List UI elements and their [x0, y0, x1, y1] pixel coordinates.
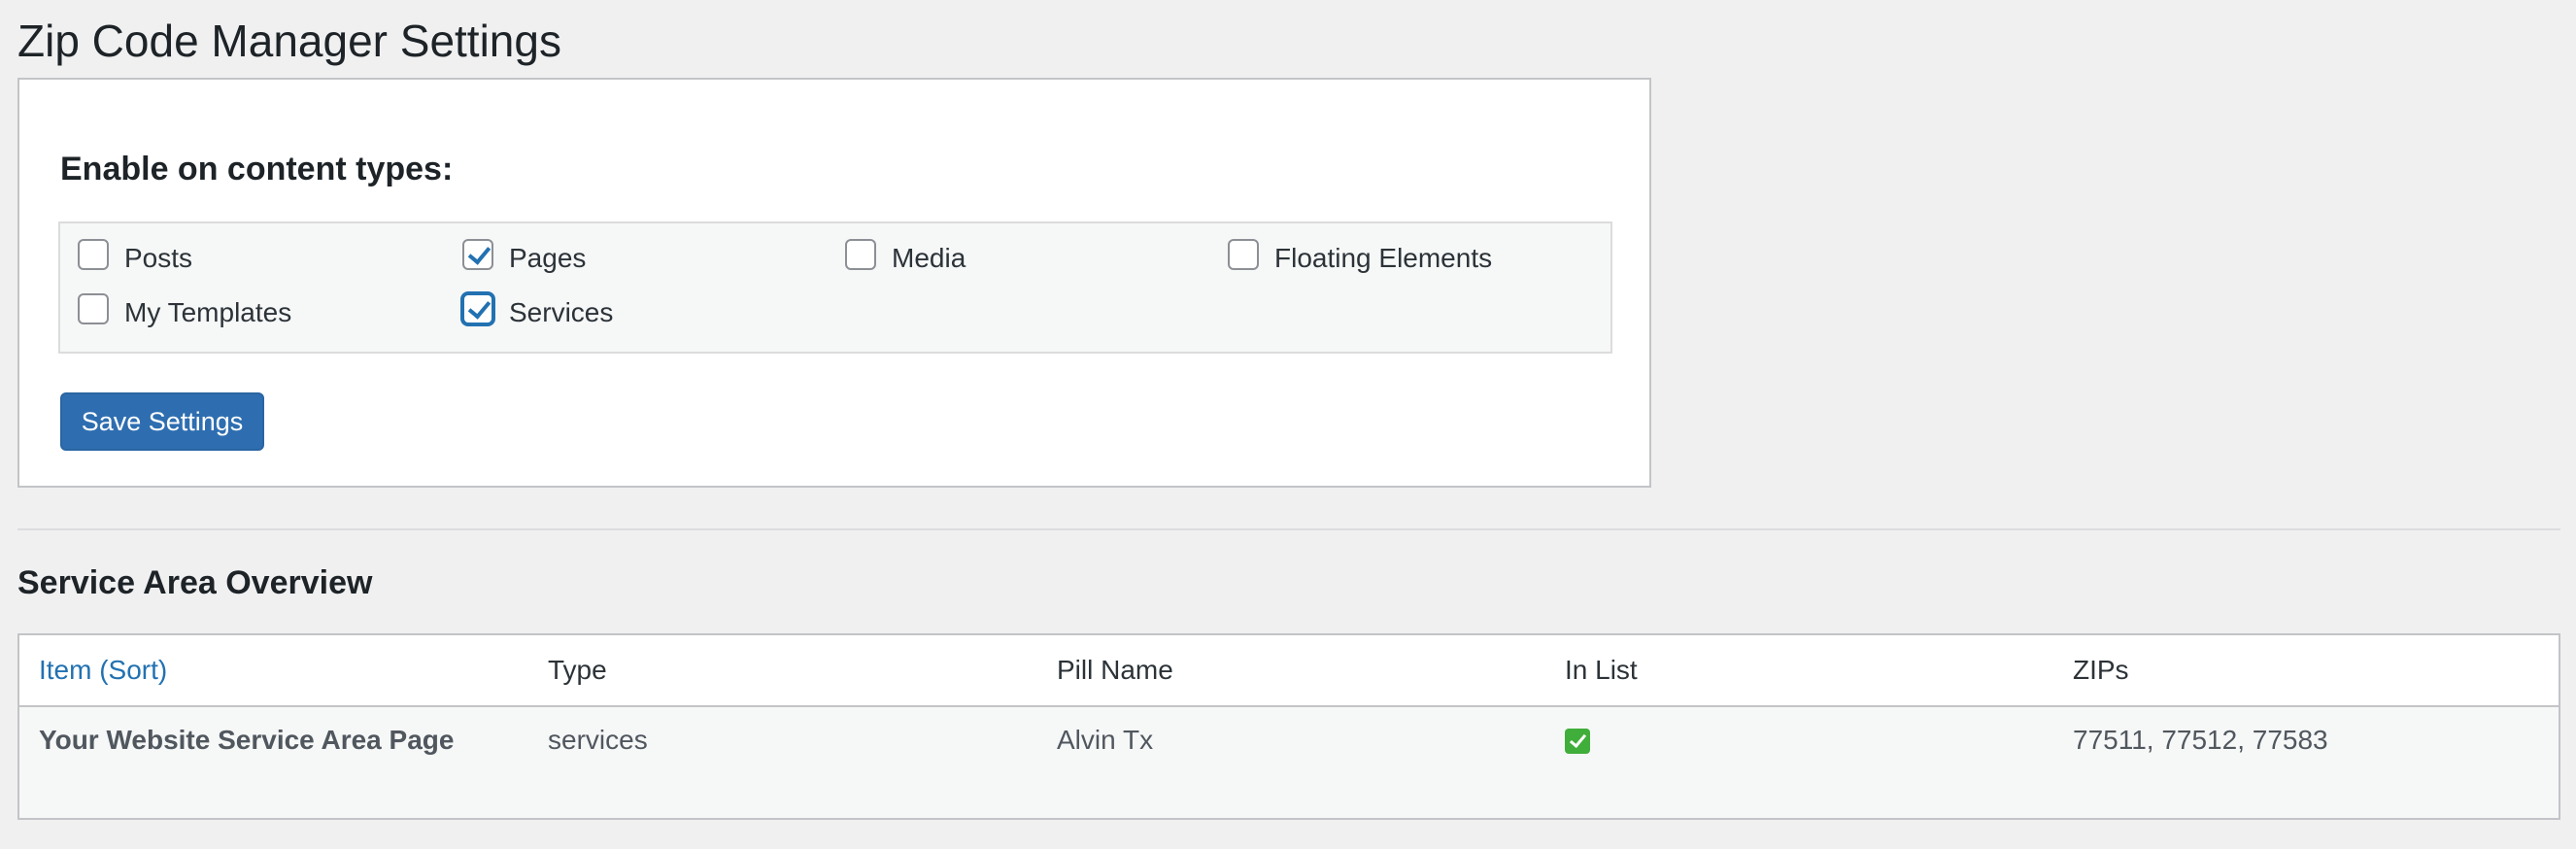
row-pill-name: Alvin Tx — [1057, 725, 1154, 755]
save-settings-button[interactable]: Save Settings — [60, 392, 264, 451]
row-type: services — [548, 725, 648, 755]
content-type-media[interactable]: Media — [845, 235, 966, 274]
media-label: Media — [892, 243, 966, 273]
pages-label: Pages — [509, 243, 587, 273]
settings-card: Enable on content types: Posts Pages Med… — [17, 78, 1651, 488]
column-header-in-list: In List — [1565, 655, 1638, 685]
floating-elements-label: Floating Elements — [1274, 243, 1493, 273]
in-list-check-icon — [1565, 729, 1590, 754]
checkmark-icon — [467, 241, 491, 265]
posts-label: Posts — [124, 243, 193, 273]
row-item-title: Your Website Service Area Page — [39, 725, 455, 755]
posts-checkbox[interactable] — [78, 239, 109, 270]
column-header-pill-name: Pill Name — [1057, 655, 1173, 685]
services-checkbox[interactable] — [462, 293, 493, 324]
pages-checkbox[interactable] — [462, 239, 493, 270]
content-type-floating-elements[interactable]: Floating Elements — [1228, 235, 1492, 274]
floating-elements-checkbox[interactable] — [1228, 239, 1259, 270]
service-area-table: Item (Sort) Type Pill Name In List ZIPs … — [17, 633, 2560, 820]
row-zips: 77511, 77512, 77583 — [2073, 725, 2328, 755]
services-label: Services — [509, 297, 614, 327]
table-header: Item (Sort) Type Pill Name In List ZIPs — [19, 635, 2559, 707]
content-types-heading: Enable on content types: — [60, 151, 454, 187]
content-type-posts[interactable]: Posts — [78, 235, 192, 274]
media-checkbox[interactable] — [845, 239, 876, 270]
content-type-my-templates[interactable]: My Templates — [78, 289, 291, 328]
content-type-pages[interactable]: Pages — [462, 235, 586, 274]
page-title: Zip Code Manager Settings — [17, 16, 561, 66]
section-divider — [17, 528, 2560, 530]
content-types-box: Posts Pages Media Floating Elements My T… — [58, 221, 1612, 354]
column-header-item-sort[interactable]: Item (Sort) — [39, 653, 167, 688]
content-type-services[interactable]: Services — [462, 289, 613, 328]
checkmark-icon — [467, 295, 491, 320]
column-header-type: Type — [548, 655, 607, 685]
column-header-zips: ZIPs — [2073, 655, 2129, 685]
my-templates-label: My Templates — [124, 297, 292, 327]
my-templates-checkbox[interactable] — [78, 293, 109, 324]
service-area-overview-heading: Service Area Overview — [17, 564, 373, 601]
